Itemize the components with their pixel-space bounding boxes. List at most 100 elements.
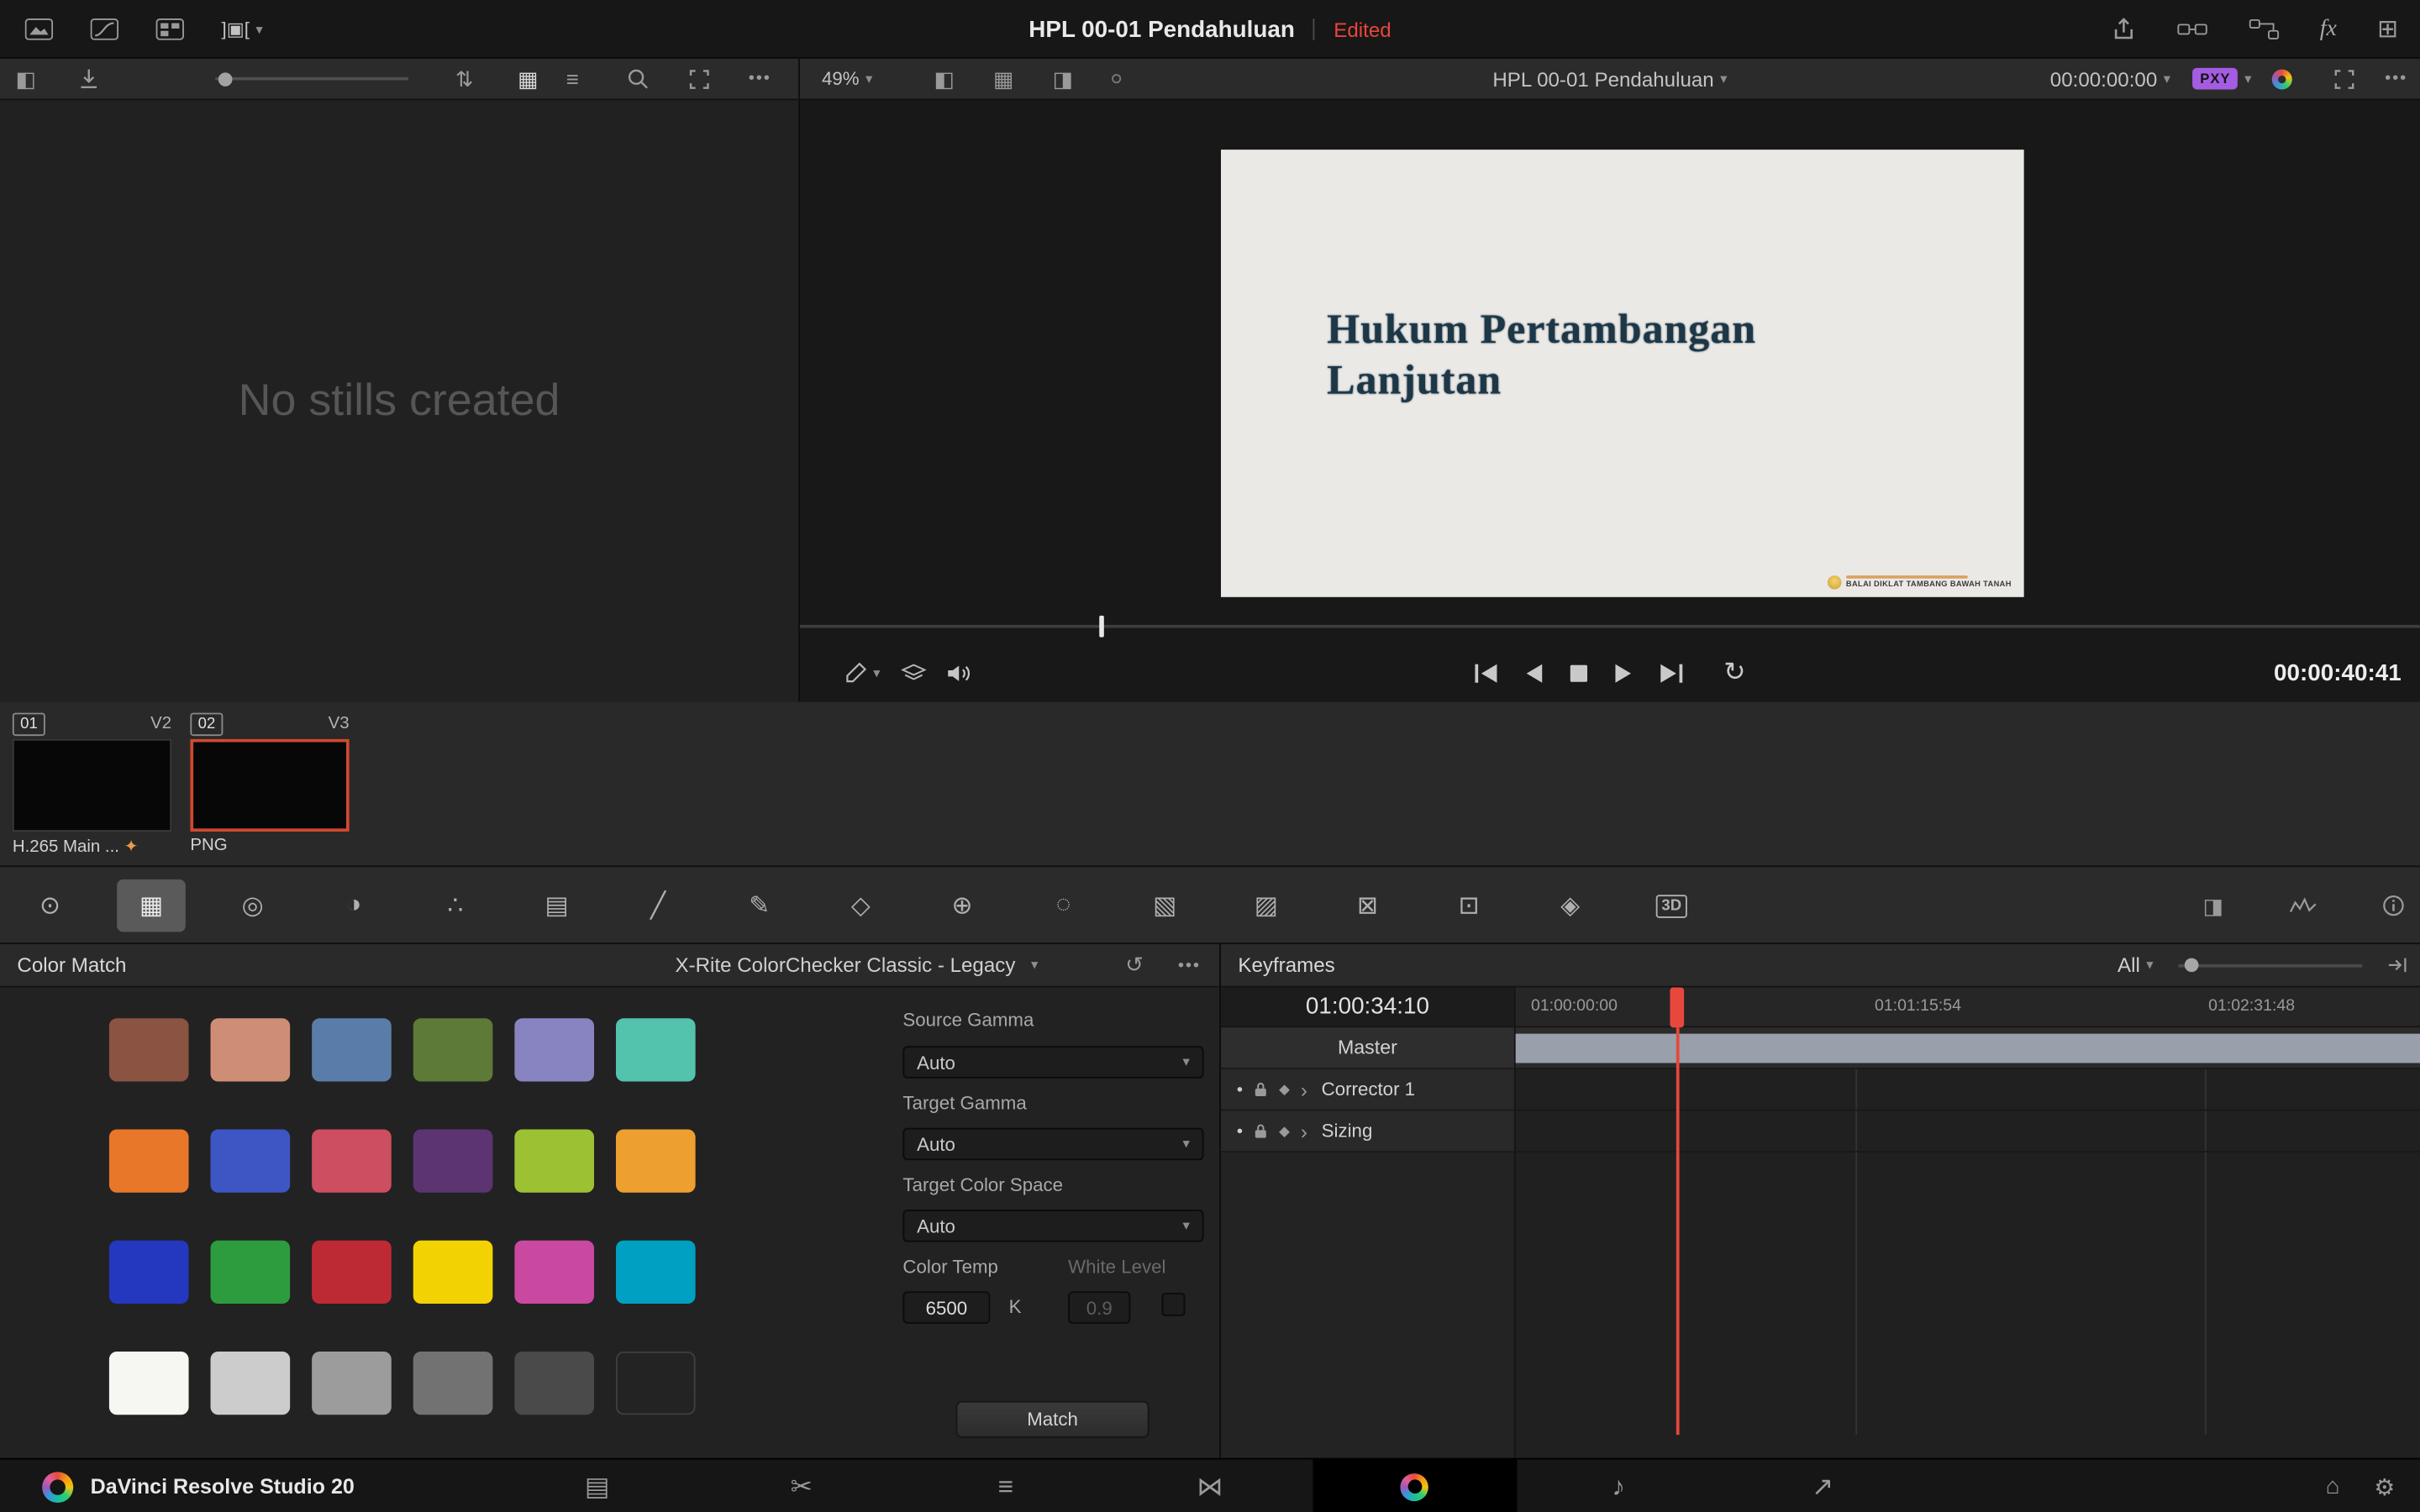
expand-gallery-icon[interactable] <box>689 59 709 99</box>
track-enable-icon[interactable]: ● <box>1237 1126 1244 1137</box>
info-icon[interactable] <box>2382 895 2404 916</box>
play-reverse-button[interactable] <box>1526 663 1544 683</box>
slider-track[interactable] <box>215 77 408 81</box>
stereo-3d-icon[interactable]: ◈ <box>1536 879 1605 932</box>
keyframe-track-master[interactable]: Master <box>1221 1027 1514 1069</box>
keyframe-lane[interactable] <box>1516 1027 2420 1069</box>
hdr-grade-icon[interactable]: ◑ <box>319 879 388 932</box>
color-trace-icon[interactable] <box>2272 59 2292 99</box>
color-match-icon[interactable]: ▦ <box>117 879 186 932</box>
tracker-icon[interactable]: ⊕ <box>928 879 997 932</box>
keyframes-filter-dropdown[interactable]: All▾ <box>2118 953 2154 977</box>
loop-button[interactable]: ↻ <box>1723 657 1745 688</box>
list-view-icon[interactable]: ≡ <box>566 59 579 99</box>
depth-3d-icon[interactable]: 3D <box>1637 879 1706 932</box>
workspace-layout-icon[interactable]: ⊞ <box>2377 14 2398 45</box>
sizing-icon[interactable]: ⊡ <box>1434 879 1503 932</box>
slider-knob[interactable] <box>2185 958 2199 973</box>
keyframes-expand-icon[interactable] <box>2387 957 2407 974</box>
effects-library-icon[interactable]: fx <box>2320 16 2337 42</box>
keyframe-icon[interactable]: ◆ <box>1279 1081 1290 1098</box>
play-button[interactable] <box>1614 663 1633 683</box>
grab-still-icon[interactable] <box>78 59 100 99</box>
split-screen-icon[interactable]: ◨ <box>2203 893 2224 919</box>
last-frame-button[interactable] <box>1660 663 1685 683</box>
target-color-space-dropdown[interactable]: Auto▾ <box>902 1210 1203 1242</box>
timeline-clip[interactable]: 01V2H.265 Main ... ✦ <box>13 711 171 857</box>
page-tab-deliver[interactable]: ↗ <box>1721 1460 1925 1512</box>
nodes-icon[interactable] <box>2176 18 2207 40</box>
power-window-icon[interactable]: ◇ <box>827 879 896 932</box>
qualifier-icon[interactable]: ✎ <box>725 879 794 932</box>
node-tree-icon[interactable] <box>2248 18 2279 40</box>
color-match-more-icon[interactable]: ••• <box>1178 956 1201 974</box>
keyframes-timeline-area[interactable]: 01:00:00:0001:01:15:5401:02:31:48 <box>1516 988 2420 1458</box>
page-tab-fusion[interactable]: ⋈ <box>1107 1460 1312 1512</box>
timeline-clip-dropdown[interactable]: HPL 00-01 Pendahuluan▾ <box>800 59 2420 99</box>
project-manager-icon[interactable]: ⌂ <box>2326 1473 2340 1499</box>
camera-raw-icon[interactable]: ⊙ <box>16 879 85 932</box>
color-warper-icon[interactable]: ▧ <box>1130 879 1199 932</box>
viewer-more-icon[interactable]: ••• <box>2385 59 2407 99</box>
viewer-jog-bar[interactable] <box>800 610 2420 643</box>
clip-thumbnail[interactable] <box>13 739 171 832</box>
viewer-expand-icon[interactable] <box>2334 59 2354 99</box>
lock-icon[interactable] <box>1254 1123 1268 1138</box>
keyframe-track-sizing[interactable]: ●◆›Sizing <box>1221 1110 1514 1152</box>
viewer-split-icon[interactable]: ◨ <box>1053 59 1074 99</box>
motion-effects-icon[interactable]: ▤ <box>523 879 592 932</box>
keyframe-track-corrector-1[interactable]: ●◆›Corrector 1 <box>1221 1069 1514 1111</box>
keyframes-zoom-slider[interactable] <box>2178 963 2362 967</box>
viewer-zoom-dropdown[interactable]: 49%▾ <box>822 59 872 99</box>
viewer-wipe-icon[interactable]: ◧ <box>934 59 955 99</box>
keyframes-ruler[interactable]: 01:00:00:0001:01:15:5401:02:31:48 <box>1516 988 2420 1028</box>
viewer-timecode-dropdown[interactable]: 00:00:00:00▾ <box>2050 59 2170 99</box>
stop-button[interactable] <box>1570 664 1587 681</box>
colorchecker-preset-dropdown[interactable]: X-Rite ColorChecker Classic - Legacy▾ <box>676 953 1039 977</box>
reset-icon[interactable]: ↺ <box>1125 952 1144 978</box>
blur-icon[interactable]: ▨ <box>1232 879 1301 932</box>
scopes-icon[interactable] <box>2289 896 2317 915</box>
gallery-split-icon[interactable]: ◧ <box>16 59 37 99</box>
match-button[interactable]: Match <box>956 1401 1150 1438</box>
source-gamma-dropdown[interactable]: Auto▾ <box>902 1046 1203 1079</box>
keyframes-playhead-marker[interactable] <box>1670 988 1685 1028</box>
key-icon[interactable]: ⊠ <box>1334 879 1402 932</box>
keyframes-playhead[interactable] <box>1676 1027 1680 1435</box>
grid-view-icon[interactable]: ▦ <box>518 59 539 99</box>
timeline-clip[interactable]: 02V3PNG <box>190 711 349 857</box>
target-gamma-dropdown[interactable]: Auto▾ <box>902 1128 1203 1161</box>
export-icon[interactable] <box>2111 17 2136 41</box>
rgb-mixer-icon[interactable]: ∴ <box>421 879 490 932</box>
expand-track-chevron[interactable]: › <box>1301 1120 1307 1143</box>
magic-mask-icon[interactable]: ◌ <box>1029 879 1098 932</box>
first-frame-button[interactable] <box>1474 663 1499 683</box>
keyframe-lane[interactable] <box>1516 1110 2420 1152</box>
search-icon[interactable] <box>627 59 649 99</box>
project-settings-icon[interactable]: ⚙ <box>2374 1473 2395 1500</box>
color-temp-input[interactable] <box>902 1291 990 1324</box>
sort-icon[interactable]: ⇅ <box>455 59 474 99</box>
slider-knob[interactable] <box>218 71 233 86</box>
master-track-bar[interactable] <box>1516 1034 2420 1063</box>
lock-icon[interactable] <box>1254 1082 1268 1097</box>
page-tab-color[interactable] <box>1313 1460 1517 1512</box>
keyframe-icon[interactable]: ◆ <box>1279 1122 1290 1139</box>
jog-track[interactable] <box>800 625 2420 628</box>
track-enable-icon[interactable]: ● <box>1237 1084 1244 1095</box>
page-tab-cut[interactable]: ✂ <box>699 1460 903 1512</box>
page-tab-edit[interactable]: ≡ <box>903 1460 1107 1512</box>
gallery-more-icon[interactable]: ••• <box>749 59 771 99</box>
keyframe-lane[interactable] <box>1516 1069 2420 1111</box>
viewer-enhanced-icon[interactable]: ▦ <box>993 59 1014 99</box>
clip-thumbnail[interactable] <box>190 739 349 832</box>
page-tab-media[interactable]: ▤ <box>495 1460 699 1512</box>
viewer-canvas[interactable]: Hukum PertambanganLanjutan BALAI DIKLAT … <box>800 100 2420 609</box>
thumbnail-size-slider[interactable] <box>215 59 408 99</box>
proxy-badge[interactable]: PXY▾ <box>2192 59 2252 99</box>
white-level-input[interactable] <box>1068 1291 1130 1324</box>
color-wheels-icon[interactable]: ◎ <box>218 879 287 932</box>
page-tab-fairlight[interactable]: ♪ <box>1517 1460 1721 1512</box>
white-level-checkbox[interactable] <box>1161 1293 1185 1316</box>
curves-icon[interactable]: ╱ <box>623 879 692 932</box>
